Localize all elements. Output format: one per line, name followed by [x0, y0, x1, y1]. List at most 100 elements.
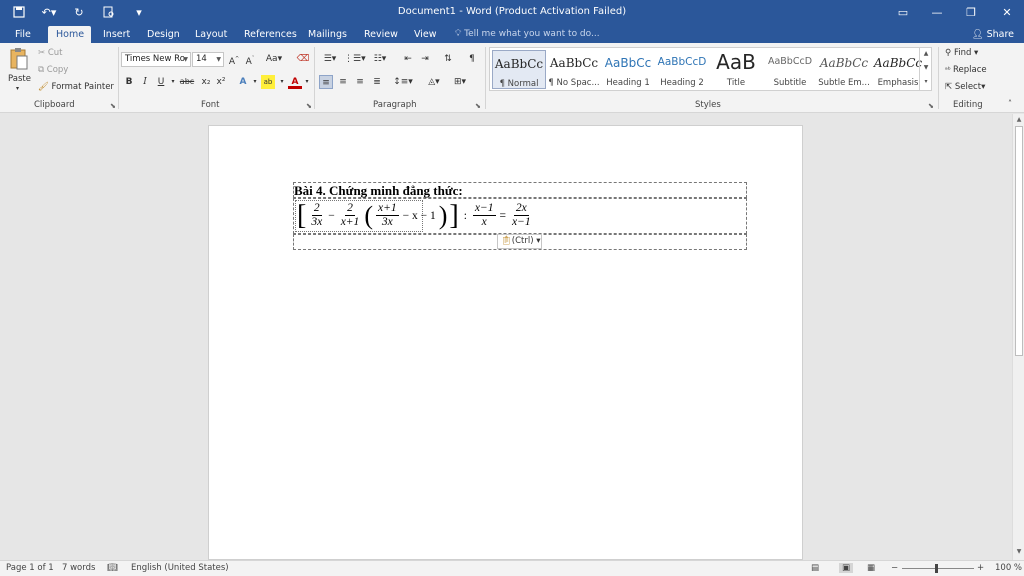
more-styles-icon[interactable]: ▾ [920, 75, 932, 89]
close-button[interactable]: ✕ [990, 0, 1024, 24]
ribbon-display-icon[interactable]: ▭ [886, 0, 920, 24]
format-painter-button[interactable]: 🖌︎ Format Painter [38, 82, 114, 92]
clipboard-group-label: Clipboard [34, 100, 75, 110]
select-button[interactable]: ⇱ Select▾ [945, 82, 985, 92]
font-family-combo[interactable]: Times New Ro ▼ [121, 52, 191, 67]
tab-view[interactable]: View [406, 26, 445, 43]
grow-font-icon[interactable]: A^ [227, 52, 241, 67]
print-layout-icon[interactable]: ▣ [839, 563, 854, 573]
equation[interactable]: [ 2 3x − 2 x+1 ( x+1 3x − x − 1 ) ] : x−1 x … [296, 199, 535, 232]
cut-button[interactable]: ✂ Cut [38, 48, 62, 58]
chevron-down-icon[interactable]: ▾ [248, 75, 262, 89]
italic-button[interactable]: I [138, 75, 152, 89]
styles-group-label: Styles [695, 100, 721, 110]
highlight-icon[interactable]: ab [261, 75, 275, 89]
align-left-icon[interactable]: ≡ [319, 75, 333, 89]
shrink-font-icon[interactable]: Aˇ [243, 52, 257, 67]
style-subtitle[interactable]: AaBbCcD Subtitle [763, 50, 817, 89]
align-right-icon[interactable]: ≡ [353, 75, 367, 89]
clipboard-icon[interactable] [9, 47, 31, 71]
multilevel-list-icon[interactable]: ☷▾ [370, 52, 390, 66]
align-center-icon[interactable]: ≡ [336, 75, 350, 89]
strikethrough-button[interactable]: abc [178, 75, 196, 89]
scroll-down-icon[interactable]: ▼ [1013, 548, 1024, 555]
web-layout-icon[interactable]: ▦ [867, 563, 875, 573]
cursor-icon: ⇱ [945, 82, 955, 92]
borders-icon[interactable]: ⊞▾ [450, 75, 470, 89]
chevron-down-icon: ▼ [183, 56, 188, 63]
style-no-spacing[interactable]: AaBbCc ¶ No Spac... [547, 50, 601, 89]
justify-icon[interactable]: ≣ [370, 75, 384, 89]
tab-review[interactable]: Review [356, 26, 406, 43]
fraction-3: x+1 3x [375, 202, 399, 228]
copy-button[interactable]: ⧉ Copy [38, 65, 68, 75]
chevron-down-icon[interactable]: ▾ [300, 75, 314, 89]
zoom-slider[interactable] [902, 568, 974, 569]
zoom-in-button[interactable]: + [977, 563, 984, 573]
bold-button[interactable]: B [122, 75, 136, 89]
clipboard-launcher-icon[interactable]: ⬊ [110, 102, 116, 110]
tab-insert[interactable]: Insert [95, 26, 138, 43]
tab-design[interactable]: Design [139, 26, 188, 43]
tab-mailings[interactable]: Mailings [300, 26, 355, 43]
paste-dropdown-icon[interactable]: ▾ [16, 85, 19, 92]
group-divider [314, 47, 315, 109]
tab-layout[interactable]: Layout [187, 26, 235, 43]
font-size-combo[interactable]: 14 ▼ [192, 52, 224, 67]
proofing-icon[interactable]: 📖︎ [107, 563, 118, 573]
share-button[interactable]: 👤︎ Share [971, 26, 1014, 43]
paragraph-launcher-icon[interactable]: ⬊ [475, 102, 481, 110]
tell-me-box[interactable]: 💡︎ Tell me what you want to do... [455, 26, 600, 43]
scroll-thumb[interactable] [1015, 126, 1023, 356]
styles-launcher-icon[interactable]: ⬊ [928, 102, 934, 110]
chevron-down-icon[interactable]: ▾ [275, 75, 289, 89]
minimize-button[interactable]: — [920, 0, 954, 24]
pilcrow-icon[interactable]: ¶ [465, 52, 479, 66]
restore-button[interactable]: ❐ [954, 0, 988, 24]
bullets-icon[interactable]: ☰▾ [320, 52, 340, 66]
exercise-heading[interactable]: Bài 4. Chứng minh đẳng thức: [294, 183, 463, 199]
change-case-button[interactable]: Aa▾ [263, 52, 285, 66]
scroll-up-icon[interactable]: ▲ [1013, 116, 1024, 123]
increase-indent-icon[interactable]: ⇥ [418, 52, 432, 66]
page-count[interactable]: Page 1 of 1 [6, 563, 54, 573]
clear-formatting-icon[interactable]: ⌫ [296, 52, 310, 66]
replace-button[interactable]: ᵃᵇ Replace [945, 65, 987, 75]
style-emphasis[interactable]: AaBbCc Emphasis [871, 50, 925, 89]
scroll-down-icon[interactable]: ▼ [920, 61, 932, 75]
status-bar: Page 1 of 1 7 words 📖︎ English (United S… [0, 560, 1024, 576]
style-heading-1[interactable]: AaBbCc Heading 1 [601, 50, 655, 89]
paste-options-button[interactable]: 📋︎(Ctrl) ▾ [497, 234, 542, 249]
tab-references[interactable]: References [236, 26, 305, 43]
find-button[interactable]: ⚲ Find ▾ [945, 48, 978, 58]
zoom-out-button[interactable]: − [891, 563, 898, 573]
superscript-button[interactable]: x² [214, 75, 228, 89]
paste-button[interactable]: Paste [8, 74, 31, 84]
style-subtle-emphasis[interactable]: AaBbCc Subtle Em... [817, 50, 871, 89]
read-mode-icon[interactable]: ▤ [811, 563, 819, 573]
shading-icon[interactable]: ◬▾ [424, 75, 444, 89]
word-count[interactable]: 7 words [62, 563, 95, 573]
fraction-4: x−1 x [472, 202, 496, 228]
styles-gallery-scroll[interactable]: ▲ ▼ ▾ [919, 47, 932, 91]
line-spacing-icon[interactable]: ↕≡▾ [393, 75, 413, 89]
subscript-button[interactable]: x₂ [199, 75, 213, 89]
fraction-5: 2x x−1 [512, 202, 531, 228]
style-normal[interactable]: AaBbCc ¶ Normal [492, 50, 546, 89]
style-title[interactable]: AaB Title [709, 50, 763, 89]
lightbulb-icon: 💡︎ [455, 29, 465, 39]
search-icon: ⚲ [945, 48, 954, 58]
style-heading-2[interactable]: AaBbCcD Heading 2 [655, 50, 709, 89]
zoom-level[interactable]: 100 % [995, 563, 1022, 573]
numbering-icon[interactable]: ⋮☰▾ [344, 52, 366, 66]
tab-file[interactable]: File [7, 26, 39, 43]
scroll-up-icon[interactable]: ▲ [920, 47, 932, 61]
collapse-ribbon-icon[interactable]: ˄ [1008, 99, 1012, 108]
zoom-slider-thumb[interactable] [935, 564, 938, 573]
tab-home[interactable]: Home [48, 26, 91, 43]
sort-icon[interactable]: ⇅ [441, 52, 455, 66]
language-indicator[interactable]: English (United States) [131, 563, 229, 573]
vertical-scrollbar[interactable]: ▲ ▼ [1012, 114, 1024, 560]
font-launcher-icon[interactable]: ⬊ [306, 102, 312, 110]
decrease-indent-icon[interactable]: ⇤ [401, 52, 415, 66]
